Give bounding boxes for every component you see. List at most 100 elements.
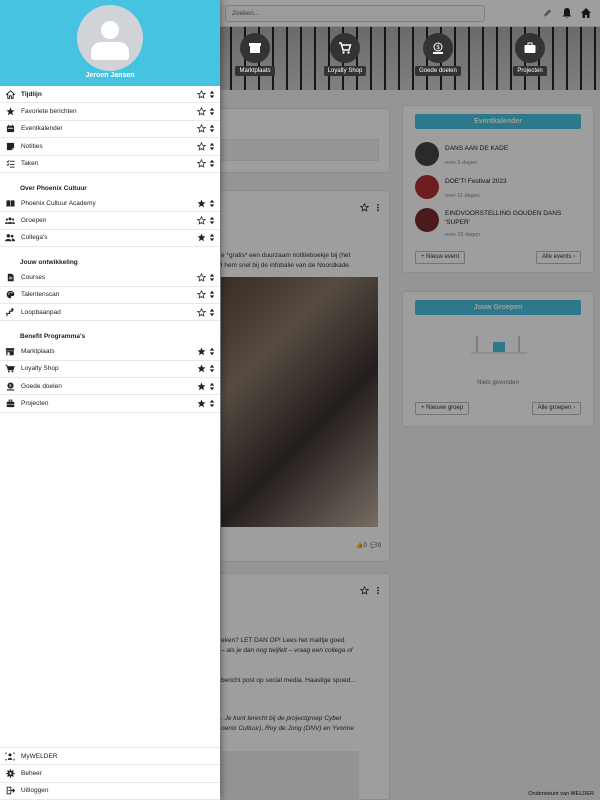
hero-tile-loyalty-shop[interactable]: Loyalty Shop: [320, 33, 370, 76]
star-filled-icon[interactable]: [197, 233, 206, 242]
menu-item-label: Loyalty Shop: [21, 365, 59, 373]
menu-item-phoenix-cultuur-academy[interactable]: Phoenix Cultuur Academy: [0, 195, 220, 213]
menu-item-label: Beheer: [21, 769, 42, 777]
hero-tile-projecten[interactable]: Projecten: [505, 33, 555, 76]
palette-icon: [5, 290, 15, 300]
cart-icon: [330, 33, 360, 63]
menu-item-courses[interactable]: Courses: [0, 269, 220, 287]
menu-item-groepen[interactable]: Groepen: [0, 212, 220, 230]
menu-item-notities[interactable]: Notities: [0, 138, 220, 156]
section-title: Jouw ontwikkeling: [20, 259, 78, 267]
avatar[interactable]: [77, 5, 143, 71]
donation-icon: $: [423, 33, 453, 63]
sort-icon[interactable]: [209, 399, 215, 408]
hero-tile-goede-doelen[interactable]: $ Goede doelen: [413, 33, 463, 76]
hero-tile-label: Projecten: [513, 66, 547, 76]
star-filled-icon[interactable]: [197, 364, 206, 373]
path-icon: [5, 307, 15, 317]
cart-icon: [5, 364, 15, 374]
gear-icon: [5, 768, 15, 778]
menu-item-label: Taken: [21, 160, 39, 168]
star-filled-icon[interactable]: [197, 347, 206, 356]
star-filled-icon[interactable]: [197, 199, 206, 208]
menu-item-label: Marktplaats: [21, 347, 55, 355]
logout-icon: [5, 786, 15, 796]
user-name: Jeroen Jansen: [85, 72, 135, 79]
sort-icon[interactable]: [209, 216, 215, 225]
star-icon: [5, 107, 15, 117]
home-icon: [5, 89, 15, 99]
sort-icon[interactable]: [209, 308, 215, 317]
menu-item-uitloggen[interactable]: Uitloggen: [0, 783, 220, 800]
star-outline-icon[interactable]: [197, 307, 206, 317]
star-outline-icon[interactable]: [197, 124, 206, 134]
groups-icon: [5, 216, 15, 226]
menu-item-label: Phoenix Cultuur Academy: [21, 199, 96, 207]
storefront-icon: [240, 33, 270, 63]
menu-item-label: Eventkalender: [21, 125, 63, 133]
menu-item-tijdlijn[interactable]: Tijdlijn: [0, 86, 220, 104]
menu-item-label: Courses: [21, 273, 46, 281]
menu-item-eventkalender[interactable]: Eventkalender: [0, 121, 220, 139]
star-outline-icon[interactable]: [197, 216, 206, 225]
hero-tile-marktplaats[interactable]: Marktplaats: [230, 33, 280, 76]
star-outline-icon[interactable]: [197, 290, 206, 299]
star-outline-icon[interactable]: [197, 89, 206, 99]
menu-item-loyalty-shop[interactable]: Loyalty Shop: [0, 361, 220, 379]
menu-item-label: Goede doelen: [21, 382, 62, 390]
hero-tile-label: Marktplaats: [235, 66, 275, 76]
star-outline-icon[interactable]: [197, 141, 206, 151]
sort-icon[interactable]: [209, 107, 215, 116]
menu-item-loopbaanpad[interactable]: Loopbaanpad: [0, 304, 220, 322]
sort-icon[interactable]: [209, 364, 215, 373]
sort-icon[interactable]: [209, 124, 215, 133]
menu-item-goede-doelen[interactable]: $ Goede doelen: [0, 378, 220, 396]
sort-icon[interactable]: [209, 90, 215, 99]
avatar-head: [101, 21, 119, 39]
menu-item-label: Projecten: [21, 400, 49, 408]
storefront-icon: [5, 346, 15, 356]
menu-item-label: Groepen: [21, 217, 47, 225]
menu-item-mywelder[interactable]: MyWELDER: [0, 748, 220, 766]
sort-icon[interactable]: [209, 159, 215, 168]
briefcase-icon: [5, 399, 15, 409]
note-icon: [5, 141, 15, 151]
section-menu: Marktplaats Loyalty Shop $ Goede doelen …: [0, 343, 220, 413]
section-menu: Phoenix Cultuur Academy Groepen Collega'…: [0, 195, 220, 248]
sort-icon[interactable]: [209, 290, 215, 299]
menu-item-talentenscan[interactable]: Talentenscan: [0, 287, 220, 304]
sort-icon[interactable]: [209, 382, 215, 391]
menu-item-favoriete-berichten[interactable]: Favoriete berichten: [0, 103, 220, 121]
calendar-icon: [5, 124, 15, 134]
star-outline-icon[interactable]: [197, 159, 206, 169]
menu-item-label: Loopbaanpad: [21, 308, 61, 316]
menu-item-projecten[interactable]: Projecten: [0, 395, 220, 413]
drawer-header: Jeroen Jansen: [0, 0, 220, 86]
menu-item-label: MyWELDER: [21, 752, 58, 760]
menu-item-beheer[interactable]: Beheer: [0, 765, 220, 783]
sort-icon[interactable]: [209, 199, 215, 208]
star-filled-icon[interactable]: [197, 382, 206, 391]
document-icon: [5, 272, 15, 282]
star-outline-icon[interactable]: [197, 272, 206, 282]
svg-text:$: $: [436, 44, 440, 51]
star-outline-icon[interactable]: [197, 107, 206, 116]
menu-item-label: Uitloggen: [21, 787, 49, 795]
briefcase-icon: [515, 33, 545, 63]
sort-icon[interactable]: [209, 233, 215, 242]
sort-icon[interactable]: [209, 347, 215, 356]
donation-icon: $: [5, 381, 15, 391]
menu-item-collega-s[interactable]: Collega's: [0, 230, 220, 248]
drawer-footer-menu: MyWELDER Beheer Uitloggen: [0, 746, 220, 800]
menu-item-label: Notities: [21, 142, 43, 150]
sort-icon[interactable]: [209, 273, 215, 282]
sort-icon[interactable]: [209, 142, 215, 151]
menu-item-label: Tijdlijn: [21, 90, 42, 98]
star-filled-icon[interactable]: [197, 399, 206, 408]
menu-item-taken[interactable]: Taken: [0, 156, 220, 173]
side-drawer: Jeroen Jansen Tijdlijn Favoriete bericht…: [0, 0, 220, 800]
menu-item-marktplaats[interactable]: Marktplaats: [0, 343, 220, 361]
